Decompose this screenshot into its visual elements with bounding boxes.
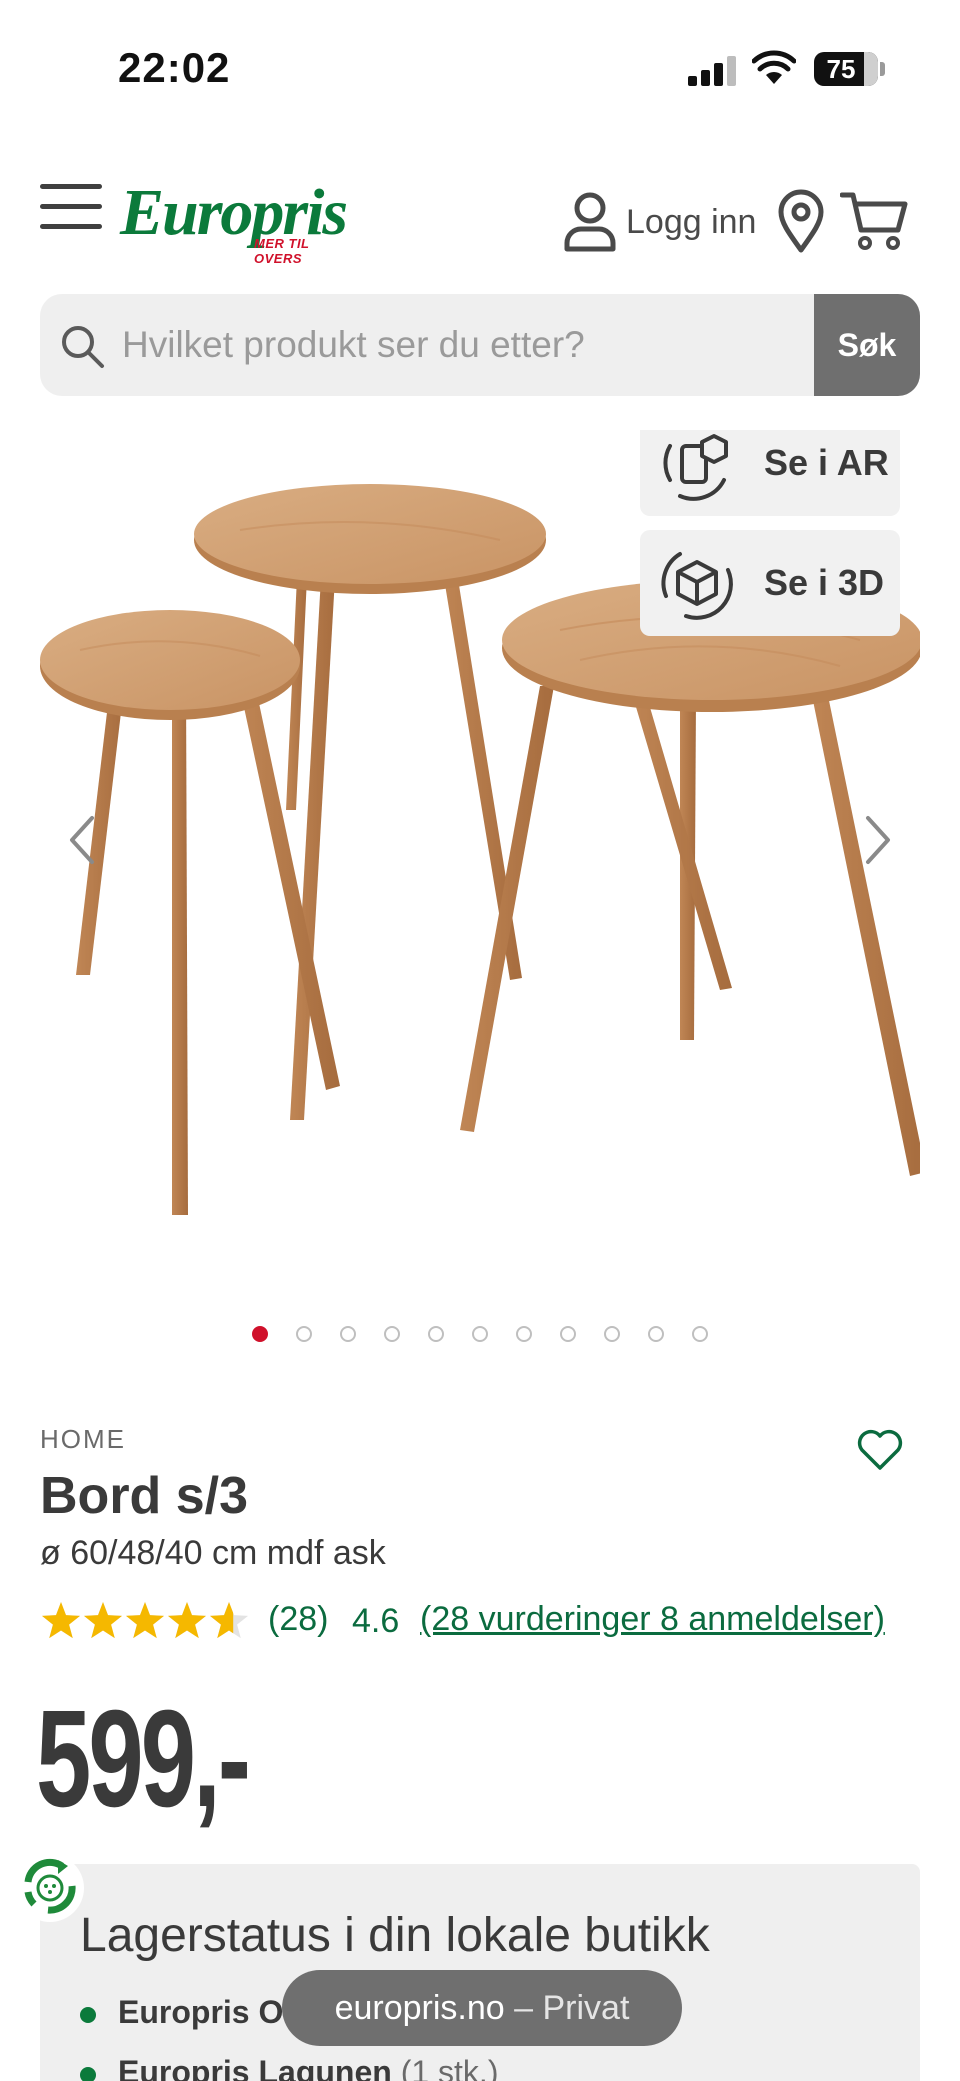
chevron-left-icon[interactable] [62,810,102,870]
3d-cube-icon [661,552,733,620]
battery-tip [880,62,885,76]
search-icon [62,326,104,368]
cellular-signal-icon [688,56,736,86]
heart-icon[interactable] [856,1428,904,1472]
store-name: Europris Os [118,1994,302,2030]
product-gallery[interactable]: Se i AR Se i 3D [40,430,920,1270]
login-label: Logg inn [626,202,757,241]
carousel-dots [0,1326,960,1346]
browser-url-pill[interactable]: europris.no – Privat [282,1970,682,2046]
url-domain: europris.no [334,1989,505,2027]
star-filled [83,1602,123,1639]
store-item[interactable]: Europris Os [80,1994,301,2031]
carousel-dot[interactable] [384,1326,400,1342]
carousel-dot[interactable] [428,1326,444,1342]
product-brand[interactable]: HOME [40,1424,126,1455]
europris-logo[interactable]: Europris MER TIL OVERS [120,178,360,267]
carousel-dot[interactable] [516,1326,532,1342]
star-filled [167,1602,207,1639]
view-in-3d-label: Se i 3D [764,562,885,603]
rating-stars [41,1602,249,1639]
battery-level: 75 [826,54,856,84]
status-bar: 22:02 75 [0,0,960,140]
view-in-ar-label: Se i AR [764,442,889,483]
cart-icon[interactable] [840,190,910,252]
reviews-link[interactable]: (28 vurderinger 8 anmeldelser) [420,1596,885,1642]
product-title: Bord s/3 [40,1467,249,1525]
rating-count[interactable]: (28) [268,1596,328,1642]
login-button[interactable]: Logg inn [562,190,756,254]
product-price: 599,- [36,1682,251,1836]
private-mode-label: – Privat [514,1989,630,2027]
store-name: Europris Lagunen [118,2054,392,2081]
site-header: Europris MER TIL OVERS Logg inn [0,160,960,270]
ar-icon [663,434,728,501]
search-button[interactable]: Søk [814,294,920,396]
search-bar: Søk [40,294,920,396]
carousel-dot[interactable] [340,1326,356,1342]
recycle-badge-icon[interactable] [14,1852,86,1924]
in-stock-dot [80,2066,96,2081]
star-filled [41,1602,81,1639]
chevron-right-icon[interactable] [858,810,898,870]
carousel-dot[interactable] [560,1326,576,1342]
product-rating: (28) 4.6 (28 vurderinger 8 anmeldelser) [40,1596,940,1646]
location-pin-icon[interactable] [776,188,826,254]
carousel-dot[interactable] [604,1326,620,1342]
carousel-dot[interactable] [648,1326,664,1342]
product-subtitle: ø 60/48/40 cm mdf ask [40,1534,386,1572]
menu-icon[interactable] [40,184,102,230]
view-in-ar-button[interactable]: Se i AR [640,430,900,516]
stock-heading: Lagerstatus i din lokale butikk [80,1909,710,1962]
rating-average: 4.6 [352,1602,400,1640]
store-quantity: (1 stk.) [400,2054,499,2081]
search-input[interactable] [122,294,812,396]
status-time: 22:02 [118,44,231,91]
carousel-dot[interactable] [472,1326,488,1342]
in-stock-dot [80,2006,96,2023]
store-item[interactable]: Europris Lagunen (1 stk.) [80,2054,498,2081]
logo-tagline: MER TIL OVERS [254,236,310,266]
star-filled [125,1602,165,1639]
user-icon [564,192,616,252]
wifi-icon [752,50,796,84]
view-in-3d-button[interactable]: Se i 3D [640,530,900,636]
carousel-dot[interactable] [692,1326,708,1342]
battery-icon: 75 [814,52,878,86]
carousel-dot[interactable] [296,1326,312,1342]
carousel-dot[interactable] [252,1326,268,1342]
